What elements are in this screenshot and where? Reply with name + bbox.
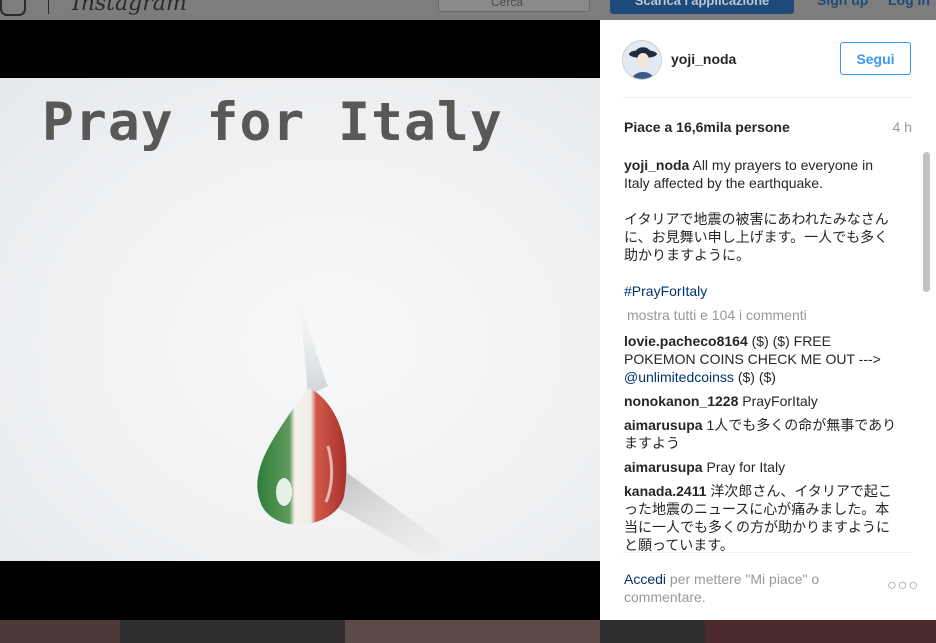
background-thumbnail xyxy=(0,620,120,643)
comments-scrollbar[interactable] xyxy=(922,152,931,554)
comments-list[interactable]: yoji_noda All my prayers to everyone in … xyxy=(624,156,900,554)
list-item: kanada.2411 洋次郎さん、イタリアで起こった地震のニュースに心が痛みま… xyxy=(624,482,900,554)
list-item: lovie.pacheco8164 ($) ($) FREE POKEMON C… xyxy=(624,332,900,386)
caption-username[interactable]: yoji_noda xyxy=(624,157,689,173)
post-side-panel: yoji_noda Segui Piace a 16,6mila persone… xyxy=(600,20,936,620)
likes-row: Piace a 16,6mila persone 4 h xyxy=(624,119,912,137)
download-app-button: Scarica l'applicazione xyxy=(610,0,794,14)
caption-japanese-text: イタリアで地震の被害にあわれたみなさんに、お見舞い申し上げます。一人でも多く助か… xyxy=(624,211,889,263)
follow-button[interactable]: Segui xyxy=(840,42,911,75)
likes-count[interactable]: Piace a 16,6mila persone xyxy=(624,119,790,135)
comment-text: PrayForItaly xyxy=(742,393,818,409)
instagram-camera-icon xyxy=(0,0,26,16)
avatar[interactable] xyxy=(622,40,662,80)
scrollbar-thumb[interactable] xyxy=(923,152,930,292)
comment-mention[interactable]: @unlimitedcoinss xyxy=(624,369,734,385)
search-input: Cerca xyxy=(438,0,590,12)
comment-username[interactable]: aimarusupa xyxy=(624,459,703,475)
comment-text-end: ($) ($) xyxy=(737,369,776,385)
comment-text: Pray for Italy xyxy=(706,459,786,475)
login-link-accedi[interactable]: Accedi xyxy=(624,571,666,587)
signup-link: Sign up xyxy=(817,0,869,8)
photo-caption-text: Pray for Italy xyxy=(42,92,503,153)
comment-username[interactable]: kanada.2411 xyxy=(624,483,707,499)
ellipsis-icon[interactable]: ○○○ xyxy=(887,577,918,594)
login-prompt: Accedi per mettere "Mi piace" o commenta… xyxy=(624,570,864,606)
instagram-wordmark: Instagram xyxy=(72,0,187,16)
post-header: yoji_noda Segui xyxy=(622,20,912,98)
italian-flag-teardrop xyxy=(257,296,458,554)
caption: yoji_noda All my prayers to everyone in … xyxy=(624,156,900,300)
comment-username[interactable]: lovie.pacheco8164 xyxy=(624,333,748,349)
comment-username[interactable]: nonokanon_1228 xyxy=(624,393,738,409)
login-link: Log in xyxy=(888,0,930,8)
caption-hashtag[interactable]: #PrayForItaly xyxy=(624,282,900,300)
background-thumbnail xyxy=(345,620,600,643)
background-header: Instagram Cerca Scarica l'applicazione S… xyxy=(0,0,936,20)
post-photo[interactable]: Pray for Italy xyxy=(0,78,600,561)
background-thumbnail xyxy=(705,620,936,643)
list-item: aimarusupa 1人でも多くの命が無事でありますよう xyxy=(624,416,900,452)
header-divider xyxy=(48,0,49,14)
post-author-username[interactable]: yoji_noda xyxy=(671,51,736,67)
view-all-comments-link[interactable]: mostra tutti e 104 i commenti xyxy=(627,306,900,324)
post-media: Pray for Italy xyxy=(0,20,600,620)
post-timestamp[interactable]: 4 h xyxy=(893,119,912,135)
post-footer: Accedi per mettere "Mi piace" o commenta… xyxy=(622,552,918,620)
comment-username[interactable]: aimarusupa xyxy=(624,417,703,433)
list-item: aimarusupa Pray for Italy xyxy=(624,458,900,476)
avatar-illustration xyxy=(623,41,661,79)
list-item: nonokanon_1228 PrayForItaly xyxy=(624,392,900,410)
